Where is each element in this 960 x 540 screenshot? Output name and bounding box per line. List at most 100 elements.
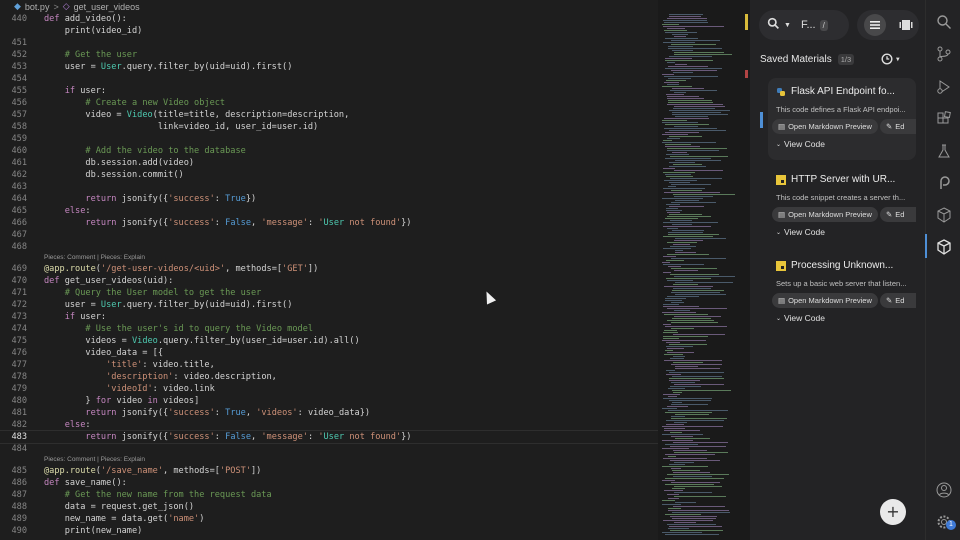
code-editor[interactable]: ◆ bot.py > ◇ get_user_videos 440 def add_…: [0, 0, 658, 540]
code-line[interactable]: 487 # Get the new name from the request …: [0, 489, 658, 501]
minimap-line: [664, 30, 687, 31]
code-line[interactable]: 488 data = request.get_json(): [0, 501, 658, 513]
code-line[interactable]: 490 print(new_name): [0, 525, 658, 537]
code-line[interactable]: 454: [0, 73, 658, 85]
code-line[interactable]: 471 # Query the User model to get the us…: [0, 287, 658, 299]
code-line[interactable]: 477 'title': video.title,: [0, 359, 658, 371]
code-lens-actions[interactable]: Pieces: Comment | Pieces: Explain: [44, 253, 145, 263]
pieces-drive-icon[interactable]: [934, 237, 954, 257]
code-line[interactable]: 467: [0, 229, 658, 241]
code-line[interactable]: 468: [0, 241, 658, 253]
minimap-line: [667, 254, 709, 255]
minimap-line: [674, 492, 712, 493]
code-lens-actions[interactable]: Pieces: Comment | Pieces: Explain: [44, 455, 145, 465]
code-line[interactable]: 466 return jsonify({'success': False, 'm…: [0, 217, 658, 229]
history-button[interactable]: ▼: [881, 53, 900, 65]
minimap-line: [673, 164, 702, 165]
minimap-line: [667, 524, 716, 525]
code-line[interactable]: 486 def save_name():: [0, 477, 658, 489]
line-number: 469: [11, 264, 27, 274]
code-line[interactable]: 469 @app.route('/get-user-videos/<uid>', …: [0, 263, 658, 275]
code-line[interactable]: 489 new_name = data.get('name'): [0, 513, 658, 525]
code-lens[interactable]: Pieces: Comment | Pieces: Explain: [0, 253, 658, 263]
breadcrumb-separator: >: [53, 1, 59, 12]
view-code-toggle[interactable]: ⌄ View Code: [776, 139, 825, 149]
search-button[interactable]: ▼ F... /: [759, 10, 849, 40]
code-line[interactable]: 457 video = Video(title=title, descripti…: [0, 109, 658, 121]
pencil-icon: ✎: [886, 122, 893, 131]
pencil-icon: ✎: [886, 296, 893, 305]
package-icon[interactable]: [934, 205, 954, 225]
minimap-line: [662, 448, 689, 449]
open-markdown-preview-button[interactable]: ▤ Open Markdown Preview: [772, 207, 878, 222]
extensions-icon[interactable]: [934, 109, 954, 129]
code-line[interactable]: 481 return jsonify({'success': True, 'vi…: [0, 407, 658, 419]
code-line[interactable]: 458 link=video_id, user_id=user.id): [0, 121, 658, 133]
code-line[interactable]: 459: [0, 133, 658, 145]
code-line[interactable]: 451: [0, 37, 658, 49]
code-line[interactable]: 461 db.session.add(video): [0, 157, 658, 169]
minimap-line: [671, 404, 708, 405]
search-icon[interactable]: [934, 12, 954, 32]
open-markdown-preview-button[interactable]: ▤ Open Markdown Preview: [772, 119, 878, 134]
view-code-toggle[interactable]: ⌄ View Code: [776, 313, 825, 323]
breadcrumb-symbol[interactable]: get_user_videos: [74, 2, 140, 12]
code-line[interactable]: 452 # Get the user: [0, 49, 658, 61]
list-view-icon[interactable]: [863, 14, 886, 36]
code-line[interactable]: 472 user = User.query.filter_by(uid=uid)…: [0, 299, 658, 311]
code-line[interactable]: 478 'description': video.description,: [0, 371, 658, 383]
minimap-line: [666, 278, 711, 279]
minimap-line: [669, 206, 704, 207]
open-markdown-preview-button[interactable]: ▤ Open Markdown Preview: [772, 293, 878, 308]
run-debug-icon[interactable]: [934, 77, 954, 97]
minimap-line: [674, 452, 728, 453]
minimap-line: [663, 336, 708, 337]
code-line[interactable]: 465 else:: [0, 205, 658, 217]
account-icon[interactable]: [934, 480, 954, 500]
edit-button[interactable]: ✎ Ed: [880, 207, 916, 222]
code-lines[interactable]: 440 def add_video(): print(video_id) 451 45…: [0, 13, 658, 537]
saved-material-card[interactable]: Processing Unknown... Sets up a basic web…: [768, 252, 916, 334]
minimap[interactable]: [658, 0, 750, 540]
code-line[interactable]: 462 db.session.commit(): [0, 169, 658, 181]
code-line[interactable]: 485 @app.route('/save_name', methods=['PO…: [0, 465, 658, 477]
code-line[interactable]: 440 def add_video():: [0, 13, 658, 25]
code-line[interactable]: 482 else:: [0, 419, 658, 431]
code-line[interactable]: 456 # Create a new Video object: [0, 97, 658, 109]
gallery-view-icon[interactable]: [899, 16, 913, 35]
add-material-button[interactable]: +: [880, 499, 906, 525]
code-line[interactable]: 453 user = User.query.filter_by(uid=uid)…: [0, 61, 658, 73]
minimap-line: [667, 148, 727, 149]
code-line[interactable]: 470 def get_user_videos(uid):: [0, 275, 658, 287]
view-code-toggle[interactable]: ⌄ View Code: [776, 227, 825, 237]
pieces-copilot-icon[interactable]: [934, 173, 954, 193]
breadcrumb-file[interactable]: bot.py: [25, 2, 50, 12]
saved-material-card[interactable]: Flask API Endpoint fo... This code define…: [768, 78, 916, 160]
minimap-line: [662, 340, 706, 341]
minimap-line: [672, 112, 721, 113]
breadcrumb: ◆ bot.py > ◇ get_user_videos: [0, 0, 658, 13]
code-line[interactable]: 484: [0, 443, 658, 455]
code-line[interactable]: print(video_id): [0, 25, 658, 37]
testing-flask-icon[interactable]: [934, 141, 954, 161]
code-line[interactable]: 464 return jsonify({'success': True}): [0, 193, 658, 205]
code-text: def get_user_videos(uid):: [44, 276, 174, 286]
code-line[interactable]: 474 # Use the user's id to query the Vid…: [0, 323, 658, 335]
saved-material-card[interactable]: HTTP Server with UR... This code snippet …: [768, 166, 916, 248]
code-line[interactable]: 463: [0, 181, 658, 193]
source-control-icon[interactable]: [934, 44, 954, 64]
code-lens[interactable]: Pieces: Comment | Pieces: Explain: [0, 455, 658, 465]
code-line[interactable]: 476 video_data = [{: [0, 347, 658, 359]
code-line[interactable]: 460 # Add the video to the database: [0, 145, 658, 157]
edit-button[interactable]: ✎ Ed: [880, 293, 916, 308]
edit-button[interactable]: ✎ Ed: [880, 119, 916, 134]
code-line[interactable]: 483 return jsonify({'success': False, 'm…: [0, 430, 658, 444]
code-line[interactable]: 480 } for video in videos]: [0, 395, 658, 407]
line-number: 459: [11, 134, 27, 144]
code-line[interactable]: 475 videos = Video.query.filter_by(user_…: [0, 335, 658, 347]
minimap-line: [665, 298, 686, 299]
code-line[interactable]: 473 if user:: [0, 311, 658, 323]
code-line[interactable]: 479 'videoId': video.link: [0, 383, 658, 395]
code-text: # Add the video to the database: [85, 146, 246, 156]
code-line[interactable]: 455 if user:: [0, 85, 658, 97]
